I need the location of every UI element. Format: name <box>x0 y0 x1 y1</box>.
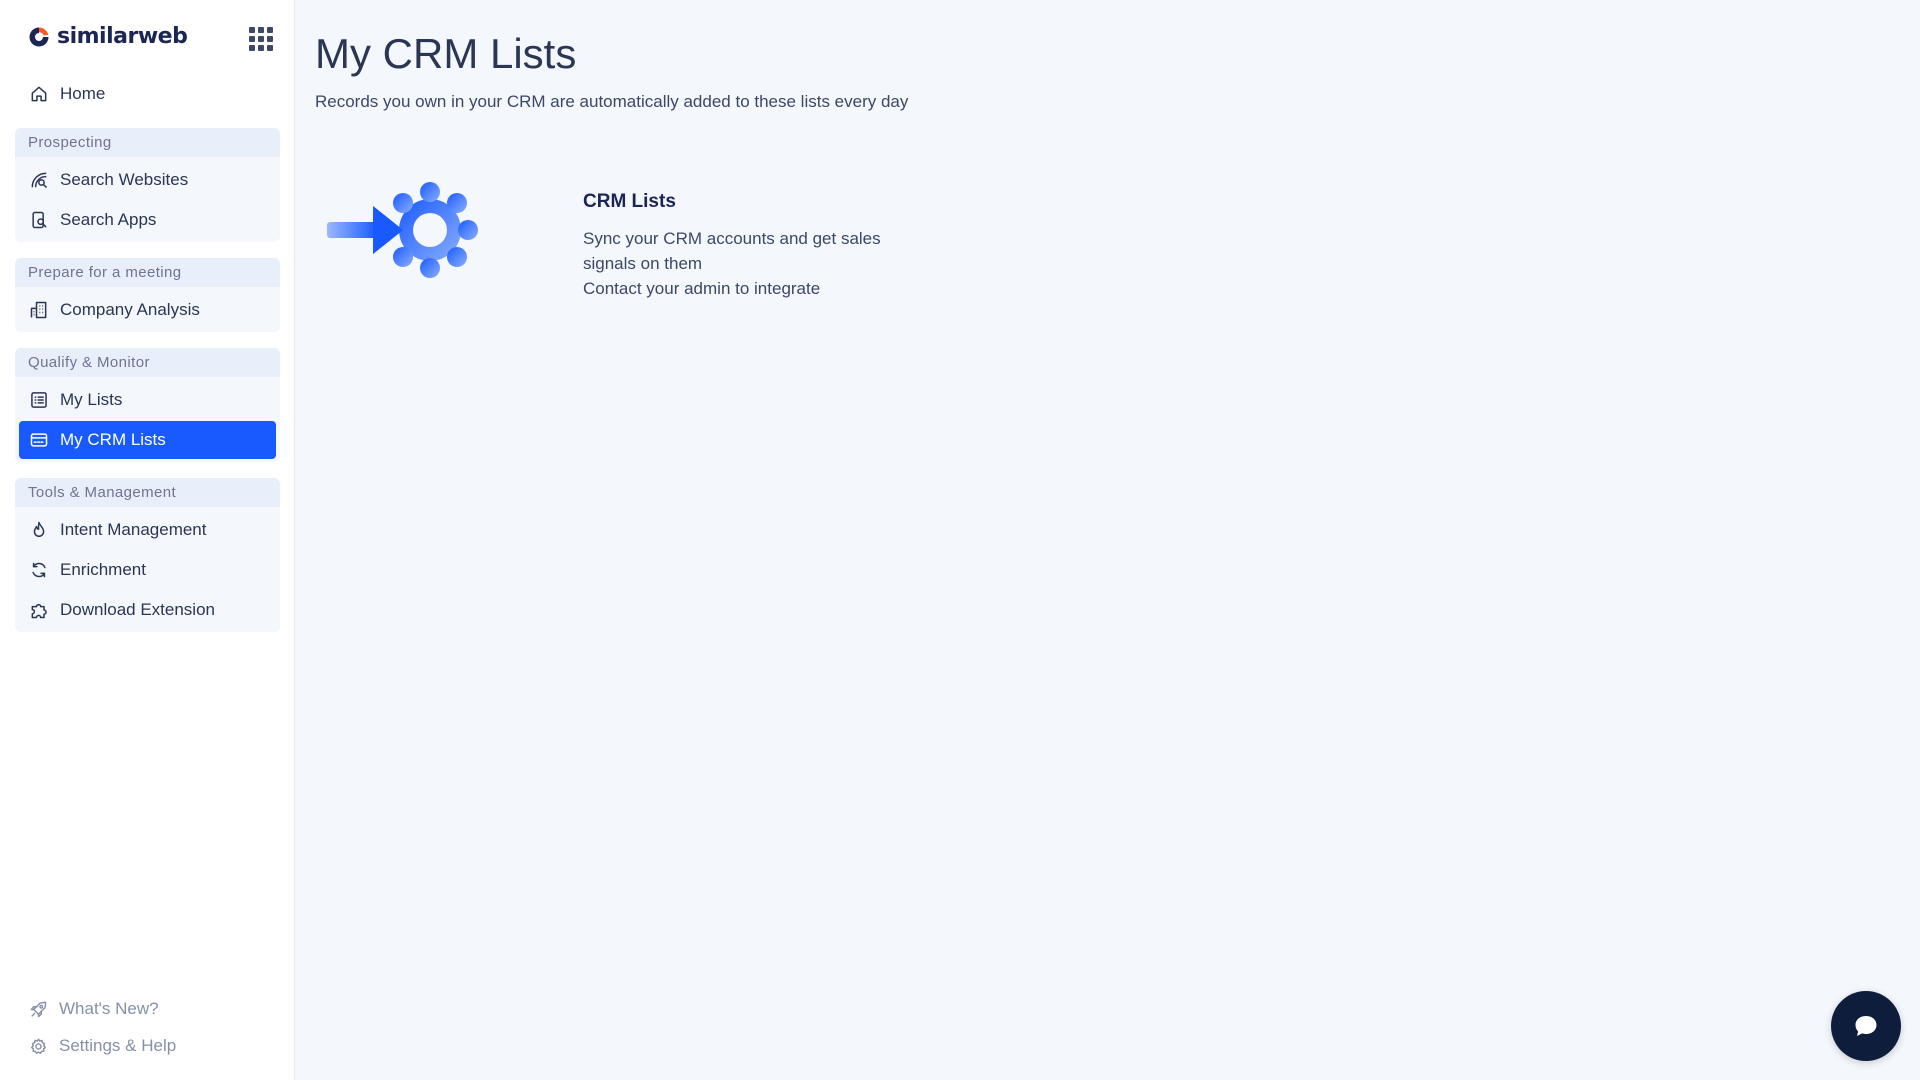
nav-item-label: Download Extension <box>60 600 215 619</box>
page-subtitle: Records you own in your CRM are automati… <box>315 92 909 111</box>
nav-group-label: Prepare for a meeting <box>15 258 280 287</box>
whats-new-label: What's New? <box>59 999 159 1018</box>
crm-integration-illustration-icon <box>327 182 478 278</box>
home-icon <box>31 86 47 102</box>
search-websites-icon <box>31 172 47 188</box>
page-title: My CRM Lists <box>315 30 577 77</box>
crm-card-line: Contact your admin to integrate <box>583 279 821 298</box>
gear-icon <box>30 1038 47 1054</box>
nav-item-my-lists[interactable]: My Lists <box>19 381 276 419</box>
brand-logo[interactable]: similarweb <box>28 24 188 49</box>
list-icon <box>31 392 47 408</box>
nav-item-search-websites[interactable]: Search Websites <box>19 161 276 199</box>
nav-item-download-extension[interactable]: Download Extension <box>19 591 276 629</box>
sidebar: similarweb Home Prospecting Search Websi… <box>0 0 295 1080</box>
nav-item-intent-management[interactable]: Intent Management <box>19 511 276 549</box>
nav-group-label: Qualify & Monitor <box>15 348 280 377</box>
nav-item-label: My Lists <box>60 390 123 409</box>
nav-group-label: Tools & Management <box>15 478 280 507</box>
nav-item-label: Intent Management <box>60 520 207 539</box>
crm-card-line: signals on them <box>583 254 703 273</box>
nav-item-label: Search Apps <box>60 210 157 229</box>
crm-card-line: Sync your CRM accounts and get sales <box>583 229 881 248</box>
building-icon <box>30 301 47 319</box>
similarweb-logo-icon <box>29 27 49 46</box>
chat-launcher-button[interactable] <box>1831 991 1901 1061</box>
nav-item-label: Enrichment <box>60 560 146 579</box>
chat-bubble-icon <box>1855 1016 1877 1036</box>
whats-new-link[interactable]: What's New? <box>29 999 159 1019</box>
crm-lists-card-description: Sync your CRM accounts and get sales sig… <box>583 226 923 301</box>
nav-item-search-apps[interactable]: Search Apps <box>19 201 276 239</box>
nav-item-home[interactable]: Home <box>19 75 276 113</box>
search-apps-icon <box>32 211 47 229</box>
nav-item-company-analysis[interactable]: Company Analysis <box>19 291 276 329</box>
flame-icon <box>33 521 45 537</box>
nav-item-enrichment[interactable]: Enrichment <box>19 551 276 589</box>
nav-group-label: Prospecting <box>15 128 280 157</box>
crm-lists-card-title: CRM Lists <box>583 191 676 212</box>
refresh-icon <box>32 562 46 578</box>
puzzle-icon <box>31 603 47 619</box>
apps-grid-icon[interactable] <box>248 26 274 52</box>
rocket-icon <box>30 1001 47 1017</box>
settings-and-help-link[interactable]: Settings & Help <box>29 1036 176 1056</box>
settings-and-help-label: Settings & Help <box>59 1036 177 1055</box>
nav-item-label: Search Websites <box>60 170 189 189</box>
nav-item-label: My CRM Lists <box>60 430 166 449</box>
crm-card-icon <box>30 433 48 447</box>
brand-name: similarweb <box>57 24 188 49</box>
nav-item-label: Home <box>60 84 106 103</box>
nav-item-my-crm-lists[interactable]: My CRM Lists <box>19 421 276 459</box>
nav-item-label: Company Analysis <box>60 300 200 319</box>
